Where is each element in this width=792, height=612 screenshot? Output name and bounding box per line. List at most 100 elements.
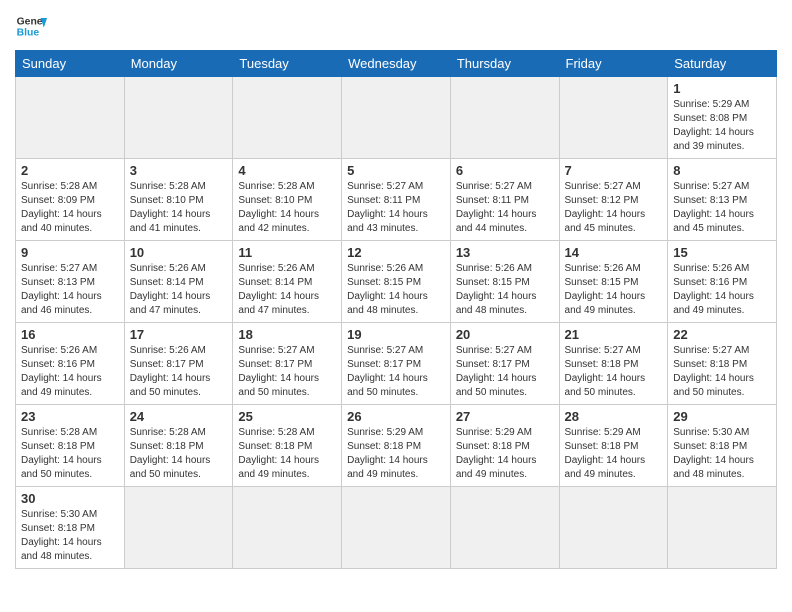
dow-header: Friday	[559, 51, 668, 77]
day-number: 2	[21, 163, 119, 178]
day-number: 7	[565, 163, 663, 178]
calendar-cell: 3 Sunrise: 5:28 AMSunset: 8:10 PMDaylight…	[124, 159, 233, 241]
calendar-cell: 9Sunrise: 5:27 AMSunset: 8:13 PMDaylight…	[16, 241, 125, 323]
day-info: Sunrise: 5:26 AMSunset: 8:17 PMDaylight:…	[130, 344, 228, 400]
calendar-cell: 13 Sunrise: 5:26 AMSunset: 8:15 PMDayligh…	[450, 241, 559, 323]
calendar-cell: 23 Sunrise: 5:28 AMSunset: 8:18 PMDayligh…	[16, 405, 125, 487]
day-info: Sunrise: 5:30 AMSunset: 8:18 PMDaylight:…	[21, 508, 119, 564]
calendar-cell: 28 Sunrise: 5:29 AMSunset: 8:18 PMDayligh…	[559, 405, 668, 487]
day-info: Sunrise: 5:28 AMSunset: 8:10 PMDaylight:…	[238, 180, 336, 236]
logo: General Blue	[15, 10, 47, 42]
day-info: Sunrise: 5:29 AMSunset: 8:08 PMDaylight:…	[673, 98, 771, 154]
dow-header: Wednesday	[342, 51, 451, 77]
day-info: Sunrise: 5:27 AMSunset: 8:11 PMDaylight:…	[456, 180, 554, 236]
day-info: Sunrise: 5:26 AMSunset: 8:16 PMDaylight:…	[21, 344, 119, 400]
calendar-cell	[124, 487, 233, 569]
calendar-cell: 24 Sunrise: 5:28 AMSunset: 8:18 PMDayligh…	[124, 405, 233, 487]
calendar-cell: 16Sunrise: 5:26 AMSunset: 8:16 PMDayligh…	[16, 323, 125, 405]
calendar-cell: 2 Sunrise: 5:28 AMSunset: 8:09 PMDaylight…	[16, 159, 125, 241]
day-info: Sunrise: 5:26 AMSunset: 8:15 PMDaylight:…	[347, 262, 445, 318]
day-info: Sunrise: 5:29 AMSunset: 8:18 PMDaylight:…	[565, 426, 663, 482]
calendar-cell	[342, 487, 451, 569]
dow-header: Monday	[124, 51, 233, 77]
day-info: Sunrise: 5:28 AMSunset: 8:18 PMDaylight:…	[21, 426, 119, 482]
day-number: 13	[456, 245, 554, 260]
day-info: Sunrise: 5:27 AMSunset: 8:18 PMDaylight:…	[565, 344, 663, 400]
calendar-cell: 26 Sunrise: 5:29 AMSunset: 8:18 PMDayligh…	[342, 405, 451, 487]
day-info: Sunrise: 5:30 AMSunset: 8:18 PMDaylight:…	[673, 426, 771, 482]
day-number: 26	[347, 409, 445, 424]
calendar-cell	[559, 487, 668, 569]
day-number: 3	[130, 163, 228, 178]
day-number: 17	[130, 327, 228, 342]
day-number: 21	[565, 327, 663, 342]
day-number: 10	[130, 245, 228, 260]
day-info: Sunrise: 5:27 AMSunset: 8:13 PMDaylight:…	[21, 262, 119, 318]
dow-header: Sunday	[16, 51, 125, 77]
calendar-cell	[233, 77, 342, 159]
calendar-cell: 8 Sunrise: 5:27 AMSunset: 8:13 PMDaylight…	[668, 159, 777, 241]
logo-icon: General Blue	[15, 10, 47, 42]
day-number: 8	[673, 163, 771, 178]
day-info: Sunrise: 5:27 AMSunset: 8:13 PMDaylight:…	[673, 180, 771, 236]
calendar-cell: 11Sunrise: 5:26 AMSunset: 8:14 PMDayligh…	[233, 241, 342, 323]
calendar-cell: 18 Sunrise: 5:27 AMSunset: 8:17 PMDayligh…	[233, 323, 342, 405]
day-number: 24	[130, 409, 228, 424]
day-number: 18	[238, 327, 336, 342]
day-number: 6	[456, 163, 554, 178]
calendar-cell: 10 Sunrise: 5:26 AMSunset: 8:14 PMDayligh…	[124, 241, 233, 323]
day-info: Sunrise: 5:26 AMSunset: 8:14 PMDaylight:…	[130, 262, 228, 318]
calendar-cell	[450, 487, 559, 569]
day-info: Sunrise: 5:27 AMSunset: 8:17 PMDaylight:…	[456, 344, 554, 400]
day-info: Sunrise: 5:27 AMSunset: 8:17 PMDaylight:…	[238, 344, 336, 400]
day-number: 1	[673, 81, 771, 96]
day-number: 15	[673, 245, 771, 260]
day-number: 22	[673, 327, 771, 342]
calendar-cell: 15 Sunrise: 5:26 AMSunset: 8:16 PMDayligh…	[668, 241, 777, 323]
day-info: Sunrise: 5:27 AMSunset: 8:11 PMDaylight:…	[347, 180, 445, 236]
calendar-cell: 14 Sunrise: 5:26 AMSunset: 8:15 PMDayligh…	[559, 241, 668, 323]
svg-text:Blue: Blue	[17, 28, 40, 39]
calendar-cell: 4 Sunrise: 5:28 AMSunset: 8:10 PMDaylight…	[233, 159, 342, 241]
calendar-cell: 30 Sunrise: 5:30 AMSunset: 8:18 PMDayligh…	[16, 487, 125, 569]
calendar-cell: 19Sunrise: 5:27 AMSunset: 8:17 PMDayligh…	[342, 323, 451, 405]
calendar-cell: 20 Sunrise: 5:27 AMSunset: 8:17 PMDayligh…	[450, 323, 559, 405]
day-number: 23	[21, 409, 119, 424]
day-info: Sunrise: 5:28 AMSunset: 8:09 PMDaylight:…	[21, 180, 119, 236]
day-info: Sunrise: 5:27 AMSunset: 8:12 PMDaylight:…	[565, 180, 663, 236]
calendar-cell	[450, 77, 559, 159]
day-info: Sunrise: 5:27 AMSunset: 8:18 PMDaylight:…	[673, 344, 771, 400]
day-info: Sunrise: 5:29 AMSunset: 8:18 PMDaylight:…	[456, 426, 554, 482]
calendar-cell	[124, 77, 233, 159]
day-number: 14	[565, 245, 663, 260]
calendar-cell: 25 Sunrise: 5:28 AMSunset: 8:18 PMDayligh…	[233, 405, 342, 487]
day-info: Sunrise: 5:26 AMSunset: 8:15 PMDaylight:…	[456, 262, 554, 318]
day-info: Sunrise: 5:28 AMSunset: 8:10 PMDaylight:…	[130, 180, 228, 236]
calendar-cell: 6 Sunrise: 5:27 AMSunset: 8:11 PMDaylight…	[450, 159, 559, 241]
calendar-cell: 5Sunrise: 5:27 AMSunset: 8:11 PMDaylight…	[342, 159, 451, 241]
dow-header: Thursday	[450, 51, 559, 77]
day-info: Sunrise: 5:26 AMSunset: 8:16 PMDaylight:…	[673, 262, 771, 318]
calendar-cell	[559, 77, 668, 159]
day-info: Sunrise: 5:26 AMSunset: 8:15 PMDaylight:…	[565, 262, 663, 318]
day-number: 20	[456, 327, 554, 342]
day-number: 28	[565, 409, 663, 424]
calendar-cell: 7 Sunrise: 5:27 AMSunset: 8:12 PMDaylight…	[559, 159, 668, 241]
dow-header: Tuesday	[233, 51, 342, 77]
calendar-cell: 1 Sunrise: 5:29 AMSunset: 8:08 PMDaylight…	[668, 77, 777, 159]
calendar-cell: 29Sunrise: 5:30 AMSunset: 8:18 PMDayligh…	[668, 405, 777, 487]
day-number: 30	[21, 491, 119, 506]
page: General Blue SundayMondayTuesdayWednesda…	[0, 0, 792, 579]
day-info: Sunrise: 5:26 AMSunset: 8:14 PMDaylight:…	[238, 262, 336, 318]
day-info: Sunrise: 5:28 AMSunset: 8:18 PMDaylight:…	[238, 426, 336, 482]
day-number: 19	[347, 327, 445, 342]
day-number: 12	[347, 245, 445, 260]
calendar-cell	[233, 487, 342, 569]
dow-header: Saturday	[668, 51, 777, 77]
calendar-table: SundayMondayTuesdayWednesdayThursdayFrid…	[15, 50, 777, 569]
day-info: Sunrise: 5:29 AMSunset: 8:18 PMDaylight:…	[347, 426, 445, 482]
day-info: Sunrise: 5:28 AMSunset: 8:18 PMDaylight:…	[130, 426, 228, 482]
day-number: 25	[238, 409, 336, 424]
header: General Blue	[15, 10, 777, 42]
day-number: 4	[238, 163, 336, 178]
